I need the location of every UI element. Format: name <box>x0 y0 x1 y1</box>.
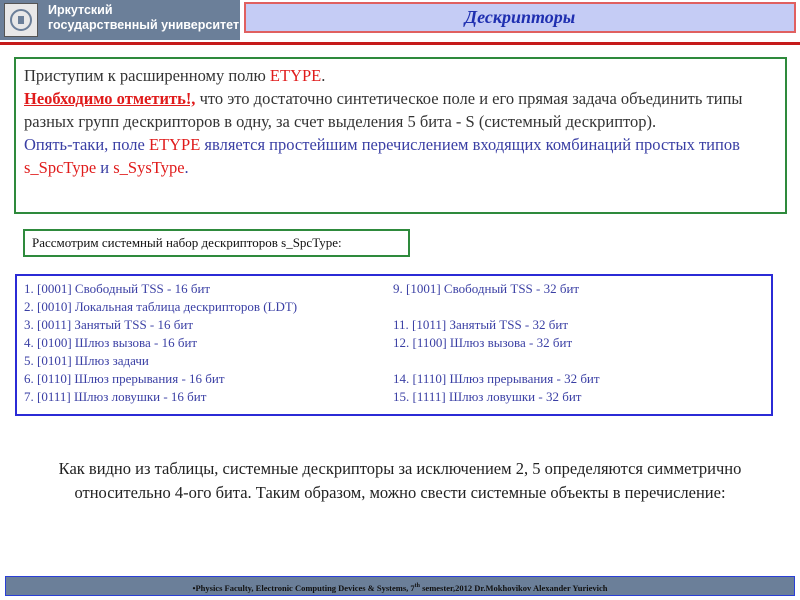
intro-line1-end: . <box>321 66 326 85</box>
list-item: 6. [0110] Шлюз прерывания - 16 бит 14. [… <box>24 370 769 388</box>
list-item-right: 11. [1011] Занятый TSS - 32 бит <box>393 317 569 332</box>
university-logo-bar: Иркутский государственный университет <box>0 0 240 40</box>
slide-title-bar: Дескрипторы <box>244 2 796 33</box>
university-name-line2: государственный университет <box>48 18 240 32</box>
p2-and: и <box>96 158 114 177</box>
list-item-right: 15. [1111] Шлюз ловушки - 32 бит <box>393 389 582 404</box>
list-item-right: 9. [1001] Свободный TSS - 32 бит <box>393 281 580 296</box>
spctype-term: s_SpcType <box>24 158 97 177</box>
subheading-text: Рассмотрим системный набор дескрипторов … <box>32 235 342 250</box>
list-item: 3. [0011] Занятый TSS - 16 бит 11. [1011… <box>24 316 769 334</box>
p2-start: Опять-таки, поле <box>24 135 149 154</box>
list-item-left: 4. [0100] Шлюз вызова - 16 бит <box>24 335 198 350</box>
systype-term: s_SysType <box>113 158 185 177</box>
list-item-left: 5. [0101] Шлюз задачи <box>24 353 149 368</box>
intro-box: Приступим к расширенному полю ETYPE. Нео… <box>14 57 787 214</box>
slide-title: Дескрипторы <box>464 7 576 27</box>
footer-text-end: semester,2012 Dr.Mokhovikov Alexander Yu… <box>420 582 608 593</box>
footer-text: •Physics Faculty, Electronic Computing D… <box>192 582 415 593</box>
list-item-left: 1. [0001] Свободный TSS - 16 бит <box>24 281 211 296</box>
intro-note: Необходимо отметить!, что это достаточно… <box>24 87 777 133</box>
p2-mid: является простейшим перечислением входящ… <box>200 135 740 154</box>
etype-term-2: ETYPE <box>148 135 201 154</box>
summary-text: Как видно из таблицы, системные дескрипт… <box>58 459 742 502</box>
p2-end: . <box>184 158 189 177</box>
subheading-box: Рассмотрим системный набор дескрипторов … <box>23 229 410 257</box>
list-item: 5. [0101] Шлюз задачи <box>24 352 769 370</box>
list-item: 7. [0111] Шлюз ловушки - 16 бит 15. [111… <box>24 388 769 406</box>
list-item-right: 14. [1110] Шлюз прерывания - 32 бит <box>393 371 600 386</box>
intro-line1-text: Приступим к расширенному полю <box>24 66 270 85</box>
list-item: 2. [0010] Локальная таблица дескрипторов… <box>24 298 769 316</box>
university-name-line1: Иркутский <box>48 3 113 17</box>
descriptor-list: 1. [0001] Свободный TSS - 16 бит 9. [100… <box>15 274 773 416</box>
footer-bar: •Physics Faculty, Electronic Computing D… <box>5 576 795 596</box>
list-item-left: 3. [0011] Занятый TSS - 16 бит <box>24 317 193 332</box>
intro-line1: Приступим к расширенному полю ETYPE. <box>24 64 777 87</box>
intro-paragraph2: Опять-таки, поле ETYPE является простейш… <box>24 133 777 179</box>
list-item-left: 7. [0111] Шлюз ловушки - 16 бит <box>24 389 207 404</box>
university-name: Иркутский государственный университет <box>48 3 239 33</box>
list-item: 4. [0100] Шлюз вызова - 16 бит 12. [1100… <box>24 334 769 352</box>
etype-term: ETYPE <box>269 66 322 85</box>
list-item-right: 12. [1100] Шлюз вызова - 32 бит <box>393 335 573 350</box>
university-emblem-icon <box>4 3 38 37</box>
note-label: Необходимо отметить!, <box>24 89 196 108</box>
list-item-left: 6. [0110] Шлюз прерывания - 16 бит <box>24 371 225 386</box>
list-item-left: 2. [0010] Локальная таблица дескрипторов… <box>24 299 298 314</box>
list-item: 1. [0001] Свободный TSS - 16 бит 9. [100… <box>24 280 769 298</box>
header-divider <box>0 42 800 45</box>
